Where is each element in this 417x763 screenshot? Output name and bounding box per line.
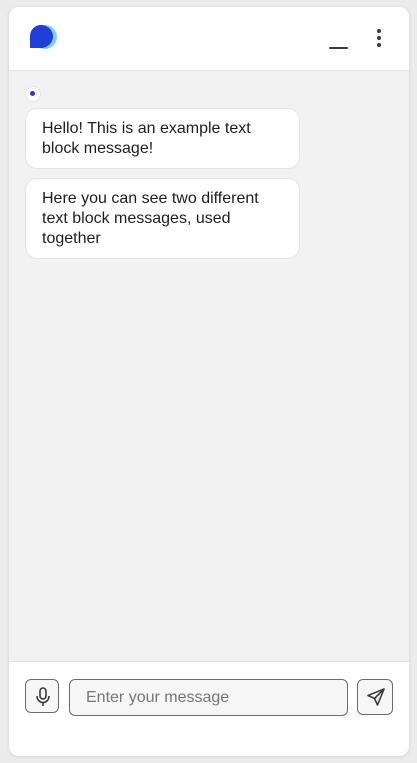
message-text: Here you can see two different text bloc… [42,190,259,247]
more-vertical-icon[interactable] [367,26,391,50]
send-button[interactable] [357,679,393,715]
message-composer [9,661,409,756]
message-bubble: Hello! This is an example text block mes… [25,108,300,169]
bot-avatar [26,87,40,101]
message-list: Hello! This is an example text block mes… [9,71,409,661]
chat-bubble-logo-icon [27,21,59,53]
send-icon [367,688,385,706]
chat-header [9,7,409,71]
message-input[interactable] [69,679,348,716]
microphone-icon [36,687,50,706]
chat-widget: Hello! This is an example text block mes… [9,7,409,756]
message-bubble: Here you can see two different text bloc… [25,178,300,259]
microphone-button[interactable] [25,679,59,713]
minimize-icon[interactable] [325,31,353,55]
message-text: Hello! This is an example text block mes… [42,120,251,157]
